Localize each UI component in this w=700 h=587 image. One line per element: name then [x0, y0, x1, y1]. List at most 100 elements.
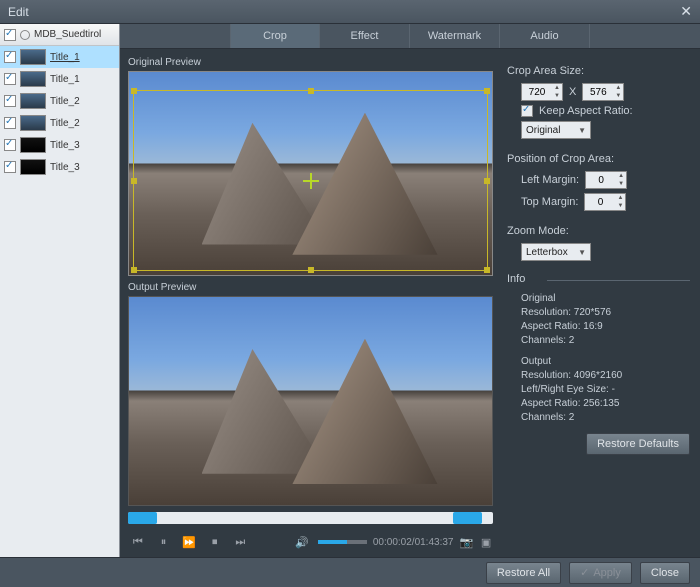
sidebar-item-0[interactable]: Title_1	[0, 46, 119, 68]
workspace: Original Preview Output	[120, 49, 700, 562]
left-margin-spinner[interactable]: ▲▼	[585, 171, 627, 189]
output-preview-label: Output Preview	[128, 282, 493, 293]
sidebar-item-label: Title_1	[50, 52, 80, 63]
down-icon[interactable]: ▼	[615, 202, 625, 210]
down-icon[interactable]: ▼	[616, 180, 626, 188]
sidebar-item-label: Title_3	[50, 162, 80, 173]
info-out-eye: Left/Right Eye Size: -	[521, 384, 690, 395]
sidebar-item-1[interactable]: Title_1	[0, 68, 119, 90]
crop-width-spinner[interactable]: ▲▼	[521, 83, 563, 101]
chevron-down-icon: ▼	[578, 248, 586, 257]
crop-handle-t[interactable]	[308, 88, 314, 94]
tab-audio[interactable]: Audio	[500, 24, 590, 48]
info-output-label: Output	[521, 356, 690, 367]
info-orig-ch: Channels: 2	[521, 335, 690, 346]
crosshair-icon	[303, 173, 319, 189]
pause-button[interactable]: ⏸	[154, 533, 174, 551]
restore-defaults-button[interactable]: Restore Defaults	[586, 433, 690, 455]
restore-all-button[interactable]: Restore All	[486, 562, 561, 584]
crop-handle-br[interactable]	[484, 267, 490, 273]
tab-watermark[interactable]: Watermark	[410, 24, 500, 48]
checkbox-icon[interactable]	[4, 51, 16, 63]
settings-panel: Crop Area Size: ▲▼ X ▲▼ Keep Aspect Rati…	[501, 55, 692, 556]
sidebar-root-label: MDB_Suedtirol	[34, 29, 101, 40]
up-icon[interactable]: ▲	[616, 172, 626, 180]
tab-crop[interactable]: Crop	[230, 24, 320, 48]
down-icon[interactable]: ▼	[613, 92, 623, 100]
timeline-scrubber[interactable]	[128, 512, 493, 524]
sidebar-item-label: Title_2	[50, 96, 80, 107]
crop-height-input[interactable]	[583, 87, 613, 98]
chevron-down-icon: ▼	[578, 126, 586, 135]
original-preview[interactable]	[128, 71, 493, 276]
thumbnail-icon	[20, 159, 46, 175]
marker-button[interactable]: ▣	[479, 535, 493, 549]
close-icon[interactable]: ✕	[680, 3, 692, 20]
sidebar: MDB_Suedtirol Title_1 Title_1 Title_2 Ti…	[0, 24, 120, 557]
thumbnail-icon	[20, 115, 46, 131]
crop-height-spinner[interactable]: ▲▼	[582, 83, 624, 101]
window-title: Edit	[8, 5, 680, 19]
sidebar-item-4[interactable]: Title_3	[0, 134, 119, 156]
thumbnail-icon	[20, 137, 46, 153]
next-button[interactable]: ⏭	[231, 533, 251, 551]
tab-label: Audio	[530, 30, 558, 42]
up-icon[interactable]: ▲	[613, 84, 623, 92]
apply-button[interactable]: ✓Apply	[569, 562, 632, 584]
left-margin-input[interactable]	[586, 175, 616, 186]
top-margin-input[interactable]	[585, 197, 615, 208]
down-icon[interactable]: ▼	[552, 92, 562, 100]
original-preview-label: Original Preview	[128, 57, 493, 68]
volume-icon[interactable]: 🔊	[292, 533, 312, 551]
info-out-ar: Aspect Ratio: 256:135	[521, 398, 690, 409]
crop-handle-bl[interactable]	[131, 267, 137, 273]
info-heading: Info	[507, 273, 690, 285]
sidebar-item-2[interactable]: Title_2	[0, 90, 119, 112]
zoom-mode-label: Zoom Mode:	[507, 225, 690, 237]
left-margin-label: Left Margin:	[521, 174, 579, 186]
crop-handle-l[interactable]	[131, 178, 137, 184]
thumbnail-icon	[20, 93, 46, 109]
up-icon[interactable]: ▲	[615, 194, 625, 202]
crop-frame[interactable]	[133, 90, 488, 271]
tab-label: Effect	[351, 30, 379, 42]
checkbox-icon[interactable]	[4, 161, 16, 173]
crop-handle-tr[interactable]	[484, 88, 490, 94]
crop-handle-tl[interactable]	[131, 88, 137, 94]
info-orig-res: Resolution: 720*576	[521, 307, 690, 318]
sidebar-root[interactable]: MDB_Suedtirol	[0, 24, 119, 46]
sidebar-item-3[interactable]: Title_2	[0, 112, 119, 134]
stop-button[interactable]: ⏹	[205, 533, 225, 551]
player-controls: ⏮ ⏸ ⏩ ⏹ ⏭ 🔊 00:00:02/01:43:37 📷 ▣	[128, 528, 493, 556]
preview-column: Original Preview Output	[128, 55, 493, 556]
top-margin-spinner[interactable]: ▲▼	[584, 193, 626, 211]
crop-size-label: Crop Area Size:	[507, 65, 690, 77]
aspect-ratio-select[interactable]: Original▼	[521, 121, 591, 139]
checkbox-icon[interactable]	[4, 95, 16, 107]
volume-slider[interactable]	[318, 540, 367, 544]
checkbox-icon[interactable]	[4, 139, 16, 151]
info-original-label: Original	[521, 293, 690, 304]
sidebar-item-label: Title_1	[50, 74, 80, 85]
fastforward-button[interactable]: ⏩	[179, 533, 199, 551]
checkbox-icon[interactable]	[4, 117, 16, 129]
zoom-mode-select[interactable]: Letterbox▼	[521, 243, 591, 261]
snapshot-button[interactable]: 📷	[460, 535, 474, 549]
sidebar-item-5[interactable]: Title_3	[0, 156, 119, 178]
close-button[interactable]: Close	[640, 562, 690, 584]
disc-icon	[20, 30, 30, 40]
tab-effect[interactable]: Effect	[320, 24, 410, 48]
info-orig-ar: Aspect Ratio: 16:9	[521, 321, 690, 332]
position-label: Position of Crop Area:	[507, 153, 690, 165]
crop-width-input[interactable]	[522, 87, 552, 98]
prev-button[interactable]: ⏮	[128, 533, 148, 551]
crop-handle-b[interactable]	[308, 267, 314, 273]
keep-aspect-label: Keep Aspect Ratio:	[539, 105, 633, 117]
keep-aspect-checkbox[interactable]	[521, 105, 533, 117]
tab-label: Watermark	[428, 30, 481, 42]
crop-handle-r[interactable]	[484, 178, 490, 184]
up-icon[interactable]: ▲	[552, 84, 562, 92]
sidebar-item-label: Title_3	[50, 140, 80, 151]
checkbox-icon[interactable]	[4, 73, 16, 85]
checkbox-icon[interactable]	[4, 29, 16, 41]
